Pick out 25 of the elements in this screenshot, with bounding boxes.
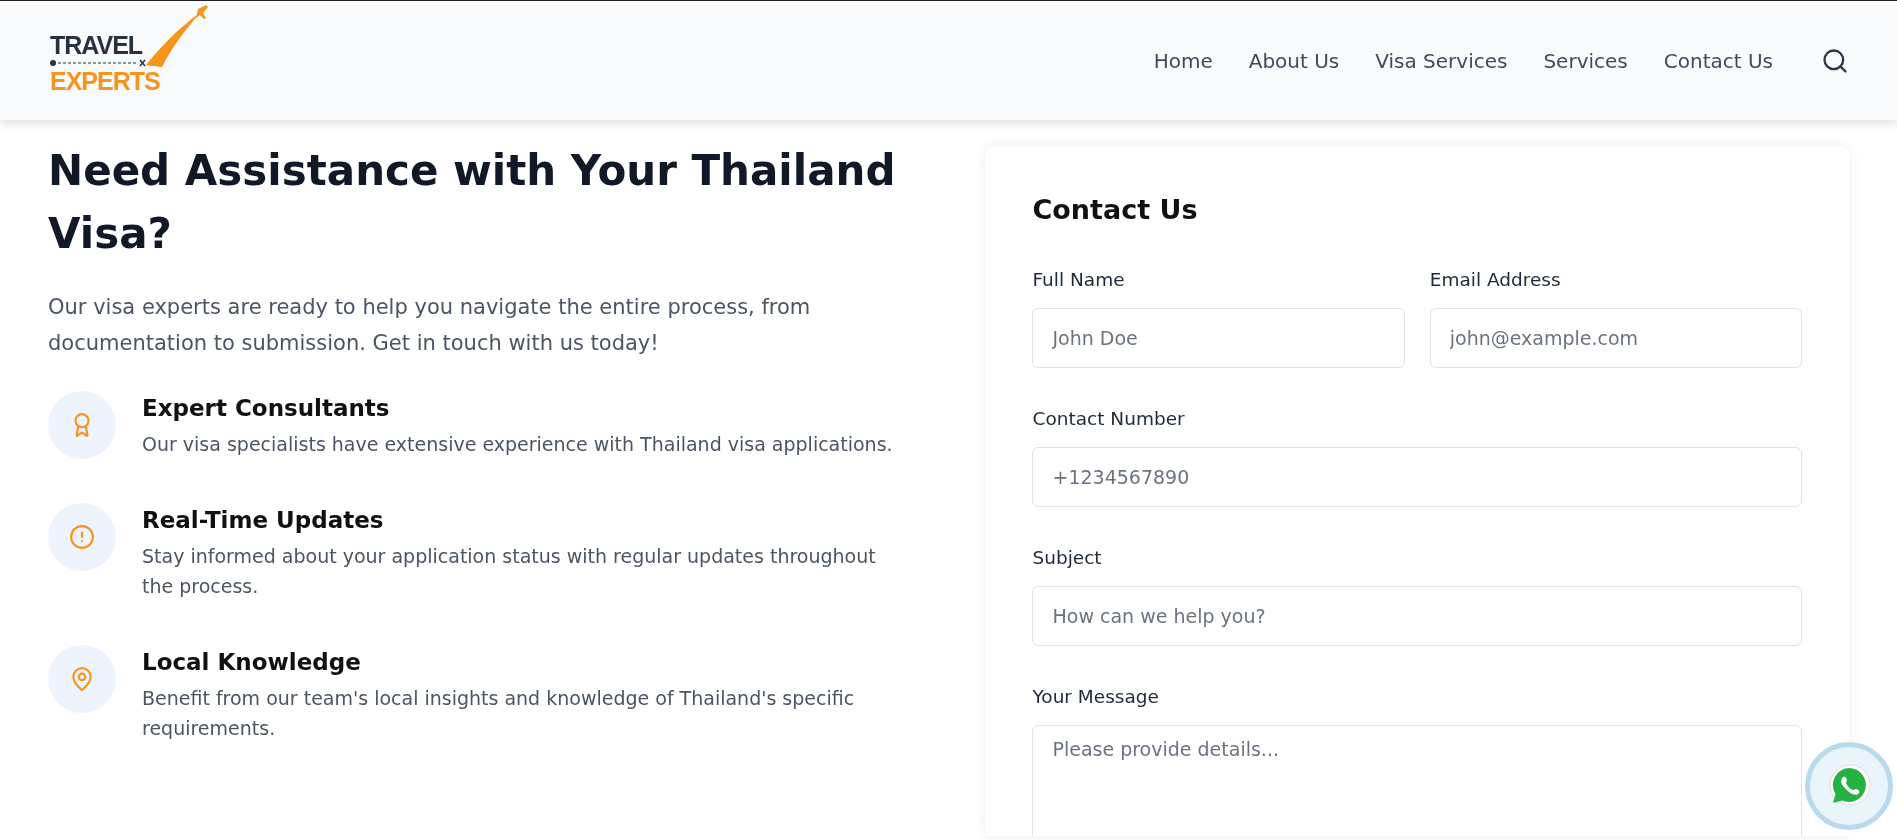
intro-text: Our visa experts are ready to help you navigate the entire process, from documentation to submission. Get in touch with us today! [48,294,812,357]
input-field[interactable]: john@example.com [1429,308,1802,368]
nav-link[interactable]: Visa Services [1375,48,1508,73]
field-label: Your Message [1032,686,1160,707]
feature-title: Real-Time Updates [142,506,385,535]
feature-text: Our visa specialists have extensive experience with Thailand visa applications. [142,432,893,457]
form-title: Contact Us [1032,194,1199,225]
nav-link[interactable]: Services [1543,48,1628,73]
nav-link[interactable]: Home [1153,48,1213,73]
nav-link[interactable]: About Us [1248,48,1340,73]
feature-title: Local Knowledge [142,648,362,677]
field-label: Subject [1032,547,1103,568]
page-heading: Need Assistance with Your Thailand Visa? [48,145,897,260]
feature-title: Expert Consultants [142,394,391,423]
feature-text: Stay informed about your application status with regular updates throughout the process. [142,544,877,599]
logo-text: TRAVEL [50,30,143,59]
field-label: Contact Number [1032,408,1186,429]
input-field[interactable]: +1234567890 [1032,447,1802,507]
message-field[interactable]: Please provide details... [1032,725,1802,836]
input-field[interactable]: How can we help you? [1032,586,1802,646]
field-label: Full Name [1032,269,1126,290]
feature-text: Benefit from our team's local insights and knowledge of Thailand's specific requirements. [142,686,856,741]
nav-link[interactable]: Contact Us [1663,48,1773,73]
field-label: Email Address [1429,269,1562,290]
logo-text: EXPERTS [50,66,160,95]
